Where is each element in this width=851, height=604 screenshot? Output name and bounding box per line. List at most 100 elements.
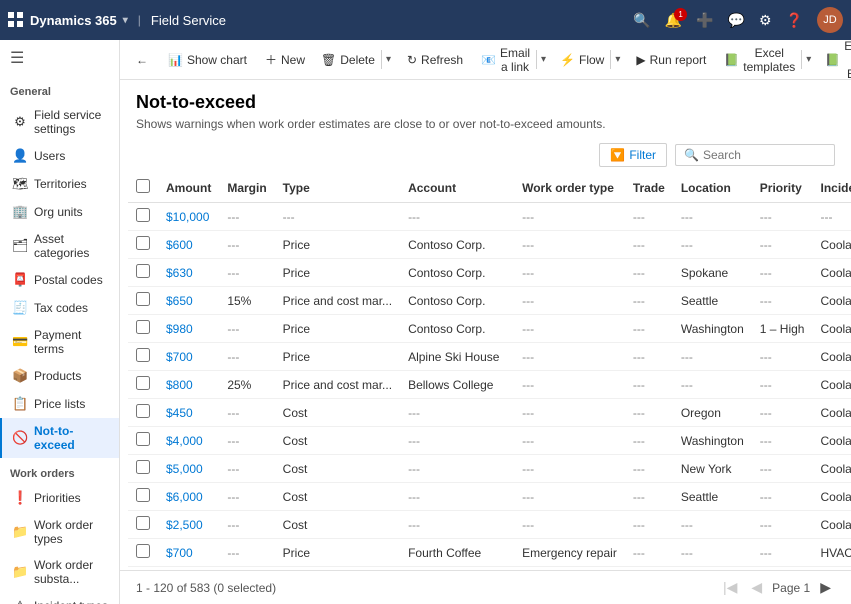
sidebar-item-org-units[interactable]: 🏢Org units xyxy=(0,198,119,226)
sidebar-item-territories[interactable]: 🗺Territories xyxy=(0,170,119,198)
cell-amount: $980 xyxy=(158,315,219,343)
excel-templates-button-split[interactable]: 📗 Excel templates ▾ xyxy=(718,42,815,78)
cell-amount: $630 xyxy=(158,259,219,287)
notification-icon[interactable]: 🔔1 xyxy=(665,12,682,29)
amount-link[interactable]: $700 xyxy=(166,350,193,364)
sidebar-item-tax-codes[interactable]: 🧾Tax codes xyxy=(0,294,119,322)
flow-arrow[interactable]: ▾ xyxy=(610,50,624,69)
row-checkbox-5[interactable] xyxy=(136,348,150,362)
sidebar-item-asset-categories[interactable]: 🗂Asset categories xyxy=(0,226,119,266)
new-button-main[interactable]: ＋ New xyxy=(259,47,311,72)
row-checkbox-0[interactable] xyxy=(136,208,150,222)
row-checkbox-2[interactable] xyxy=(136,264,150,278)
sidebar-item-field-service-settings[interactable]: ⚙Field service settings xyxy=(0,102,119,142)
flow-button-split[interactable]: ⚡ Flow ▾ xyxy=(554,49,624,71)
row-checkbox-12[interactable] xyxy=(136,544,150,558)
filter-button[interactable]: 🔽 Filter xyxy=(599,143,667,167)
sidebar-item-label: Payment terms xyxy=(34,328,109,356)
products-icon: 📦 xyxy=(12,368,28,384)
refresh-button[interactable]: ↻ Refresh xyxy=(399,49,471,71)
row-checkbox-10[interactable] xyxy=(136,488,150,502)
amount-link[interactable]: $6,000 xyxy=(166,490,203,504)
avatar[interactable]: JD xyxy=(817,7,843,33)
export-excel-button-split[interactable]: 📗 Export to Excel ▾ xyxy=(819,40,851,85)
delete-button-arrow[interactable]: ▾ xyxy=(381,50,395,69)
prev-page-button[interactable]: ◀ xyxy=(747,577,766,598)
sidebar-item-work-order-substatuses[interactable]: 📁Work order substa... xyxy=(0,552,119,592)
amount-link[interactable]: $800 xyxy=(166,378,193,392)
amount-link[interactable]: $4,000 xyxy=(166,434,203,448)
export-excel-main[interactable]: 📗 Export to Excel xyxy=(819,40,851,85)
sidebar-item-users[interactable]: 👤Users xyxy=(0,142,119,170)
row-checkbox-4[interactable] xyxy=(136,320,150,334)
col-trade[interactable]: Trade xyxy=(625,173,673,203)
sidebar-item-products[interactable]: 📦Products xyxy=(0,362,119,390)
row-checkbox-1[interactable] xyxy=(136,236,150,250)
email-link-main[interactable]: 📧 Email a link xyxy=(475,42,536,78)
sidebar-item-label: Priorities xyxy=(34,491,81,505)
cell-incident-type: Coolant change and disposal xyxy=(812,315,851,343)
new-button-split[interactable]: ＋ New xyxy=(259,47,311,72)
amount-link[interactable]: $980 xyxy=(166,322,193,336)
cell-account: --- xyxy=(400,455,514,483)
cell-margin: --- xyxy=(219,455,274,483)
hamburger-button[interactable]: ☰ xyxy=(0,40,119,76)
search-icon[interactable]: 🔍 xyxy=(633,12,650,29)
delete-button-main[interactable]: 🗑 Delete xyxy=(315,49,381,71)
chat-icon[interactable]: 💬 xyxy=(728,12,745,29)
select-all-col xyxy=(128,173,158,203)
cell-work-order_type: --- xyxy=(514,259,625,287)
row-checkbox-6[interactable] xyxy=(136,376,150,390)
table-header-row: Amount Margin Type Account Work order ty… xyxy=(128,173,851,203)
row-checkbox-9[interactable] xyxy=(136,460,150,474)
help-icon[interactable]: ❓ xyxy=(786,12,803,29)
sidebar-item-price-lists[interactable]: 📋Price lists xyxy=(0,390,119,418)
col-priority[interactable]: Priority xyxy=(752,173,813,203)
show-chart-button[interactable]: 📊 Show chart xyxy=(160,49,255,71)
sidebar-item-not-to-exceed[interactable]: 🚫Not-to-exceed xyxy=(0,418,119,458)
sidebar-item-incident-types[interactable]: ⚠Incident types xyxy=(0,592,119,604)
amount-link[interactable]: $10,000 xyxy=(166,210,209,224)
amount-link[interactable]: $600 xyxy=(166,238,193,252)
table-row: $6,000---Cost---------Seattle---Coolant … xyxy=(128,483,851,511)
col-incident-type[interactable]: Incident type ↓ xyxy=(812,173,851,203)
amount-link[interactable]: $2,500 xyxy=(166,518,203,532)
col-amount[interactable]: Amount xyxy=(158,173,219,203)
delete-button-split[interactable]: 🗑 Delete ▾ xyxy=(315,49,395,71)
sidebar-item-priorities[interactable]: ❗Priorities xyxy=(0,484,119,512)
col-type[interactable]: Type xyxy=(275,173,400,203)
col-margin[interactable]: Margin xyxy=(219,173,274,203)
settings-icon[interactable]: ⚙ xyxy=(759,12,772,29)
amount-link[interactable]: $700 xyxy=(166,546,193,560)
app-logo[interactable]: Dynamics 365 ▾ xyxy=(8,12,128,28)
amount-link[interactable]: $5,000 xyxy=(166,462,203,476)
back-button[interactable]: ← xyxy=(128,49,156,71)
row-checkbox-7[interactable] xyxy=(136,404,150,418)
amount-link[interactable]: $630 xyxy=(166,266,193,280)
select-all-checkbox[interactable] xyxy=(136,179,150,193)
excel-templates-arrow[interactable]: ▾ xyxy=(801,50,815,69)
first-page-button[interactable]: |◀ xyxy=(719,577,741,598)
flow-main[interactable]: ⚡ Flow xyxy=(554,49,610,71)
amount-link[interactable]: $450 xyxy=(166,406,193,420)
row-checkbox-11[interactable] xyxy=(136,516,150,530)
col-location[interactable]: Location xyxy=(673,173,752,203)
sidebar-item-label: Asset categories xyxy=(34,232,109,260)
next-page-button[interactable]: ▶ xyxy=(816,577,835,598)
sidebar-item-work-order-types[interactable]: 📁Work order types xyxy=(0,512,119,552)
cell-priority: --- xyxy=(752,539,813,567)
col-work-order-type[interactable]: Work order type xyxy=(514,173,625,203)
row-checkbox-3[interactable] xyxy=(136,292,150,306)
row-checkbox-8[interactable] xyxy=(136,432,150,446)
excel-templates-main[interactable]: 📗 Excel templates xyxy=(718,42,801,78)
email-link-arrow[interactable]: ▾ xyxy=(536,50,550,69)
users-icon: 👤 xyxy=(12,148,28,164)
run-report-button[interactable]: ▶ Run report xyxy=(628,49,714,71)
amount-link[interactable]: $650 xyxy=(166,294,193,308)
sidebar-item-payment-terms[interactable]: 💳Payment terms xyxy=(0,322,119,362)
col-account[interactable]: Account xyxy=(400,173,514,203)
email-link-button-split[interactable]: 📧 Email a link ▾ xyxy=(475,42,550,78)
search-input[interactable] xyxy=(703,148,826,162)
add-icon[interactable]: ➕ xyxy=(696,12,713,29)
sidebar-item-postal-codes[interactable]: 📮Postal codes xyxy=(0,266,119,294)
